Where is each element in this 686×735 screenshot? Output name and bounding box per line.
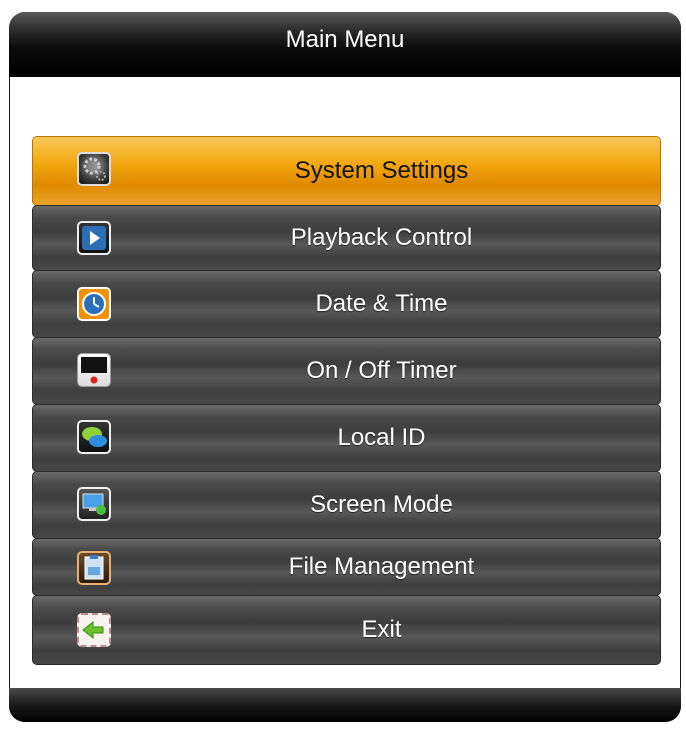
menu-item-local-id[interactable]: Local ID [32,404,661,472]
menu-item-playback-control[interactable]: Playback Control [32,205,661,271]
menu-item-on-off-timer[interactable]: On / Off Timer [32,337,661,405]
menu-item-label: File Management [288,553,475,580]
menu-item-label: Playback Control [290,224,473,251]
header-bar: Main Menu [9,12,681,77]
menu-item-label: On / Off Timer [306,357,457,384]
menu-item-date-time[interactable]: Date & Time [32,270,661,338]
menu-item-file-management[interactable]: File Management [32,538,661,596]
menu-item-label: Exit [361,616,402,643]
menu-item-label: Date & Time [315,290,448,317]
menu-item-label: Local ID [337,424,426,451]
menu-item-screen-mode[interactable]: Screen Mode [32,471,661,539]
menu-item-exit[interactable]: Exit [32,595,661,665]
main-menu-window: Main Menu System Settings Playback Contr… [9,12,681,722]
menu-item-label: Screen Mode [310,491,453,518]
menu-item-system-settings[interactable]: System Settings [32,136,661,206]
menu-item-label: System Settings [294,157,469,184]
footer-bar [9,688,681,722]
page-title: Main Menu [285,26,405,53]
